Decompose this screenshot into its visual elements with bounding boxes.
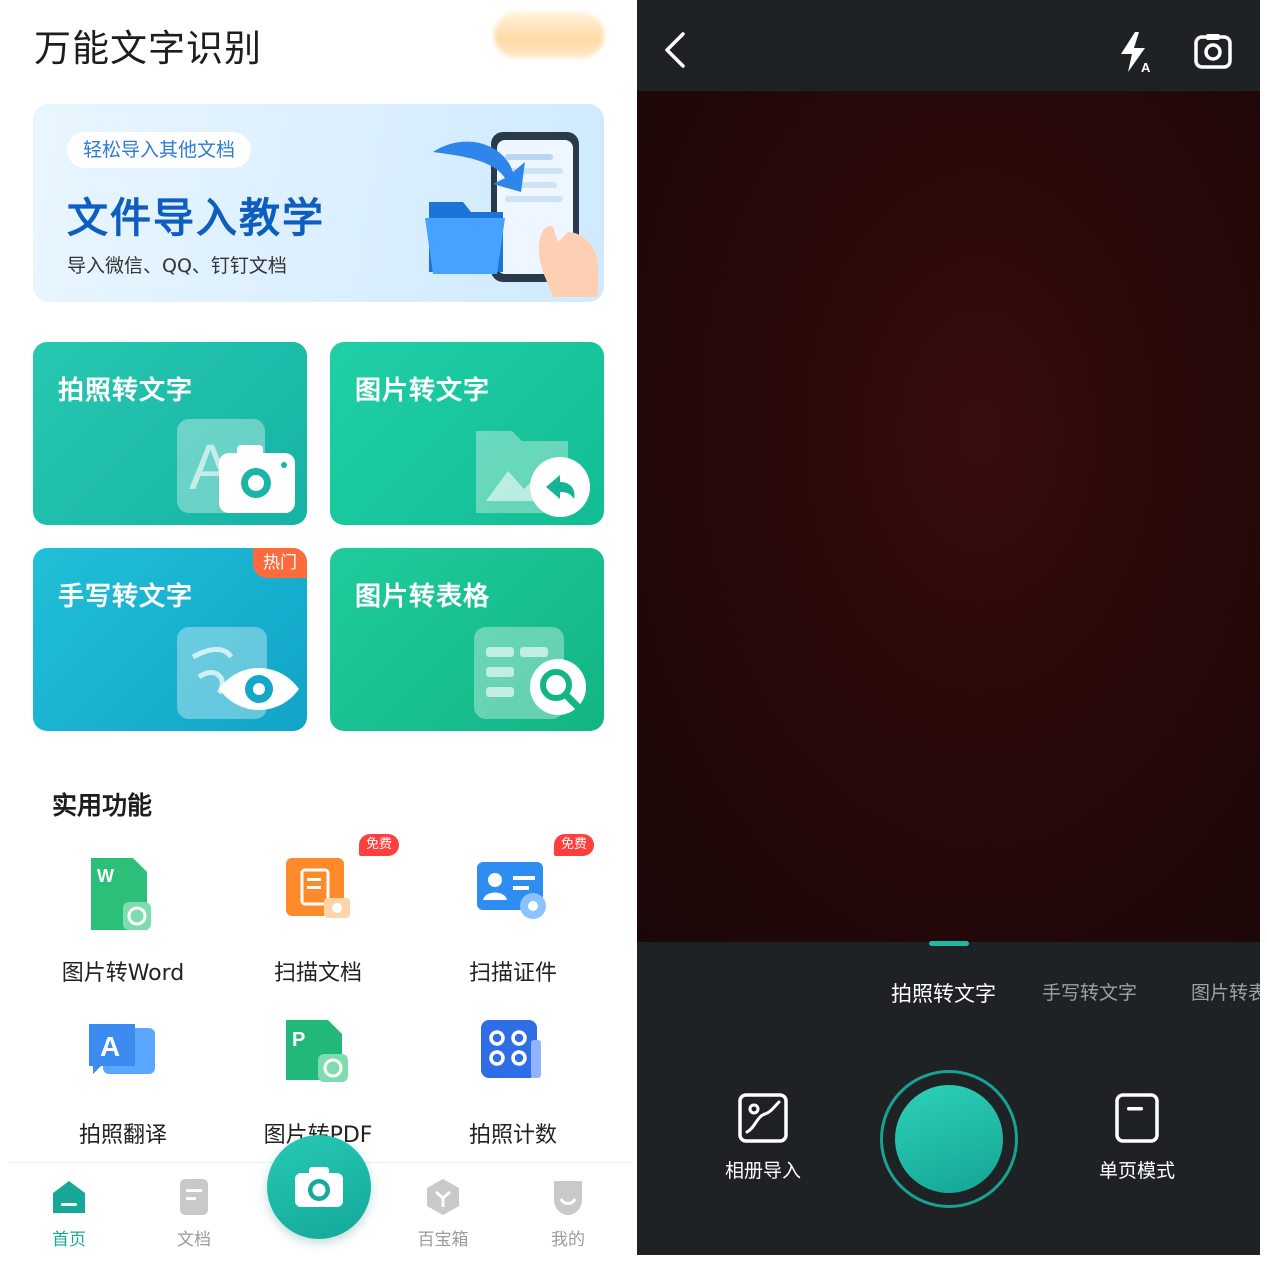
camera-viewfinder[interactable] xyxy=(637,91,1260,942)
tile-label: 手写转文字 xyxy=(58,582,194,612)
switch-camera-icon[interactable] xyxy=(1193,32,1233,72)
album-import-label: 相册导入 xyxy=(724,1160,801,1182)
banner-title: 文件导入教学 xyxy=(67,194,325,242)
count-grid-icon xyxy=(481,1020,541,1078)
handwriting-eye-icon xyxy=(177,627,299,719)
feature-label: 扫描文档 xyxy=(273,961,362,986)
album-icon xyxy=(738,1093,788,1143)
vip-badge[interactable] xyxy=(494,12,604,58)
tile-image-to-text[interactable]: 图片转文字 xyxy=(330,342,604,525)
tile-image-to-table[interactable]: 图片转表格 xyxy=(330,548,604,731)
banner-subtitle: 导入微信、QQ、钉钉文档 xyxy=(67,255,287,277)
tile-label: 图片转表格 xyxy=(355,582,491,612)
section-title: 实用功能 xyxy=(52,791,153,820)
bottom-nav: 首页 文档 百宝箱 我的 xyxy=(8,1135,630,1267)
camera-icon xyxy=(295,1167,343,1207)
hot-badge: 热门 xyxy=(253,548,307,578)
nav-label: 百宝箱 xyxy=(417,1230,469,1250)
nav-toolbox[interactable]: 百宝箱 xyxy=(403,1177,483,1250)
home-screen: 万能文字识别 轻松导入其他文档 文件导入教学 导入微信、QQ、钉钉文档 拍照转文… xyxy=(0,0,637,1267)
home-icon xyxy=(53,1181,85,1213)
mode-handwriting-to-text[interactable]: 手写转文字 xyxy=(1042,978,1137,1005)
phone-import-illustration-icon xyxy=(425,132,598,297)
nav-profile[interactable]: 我的 xyxy=(528,1177,608,1250)
free-badge: 免费 xyxy=(359,834,400,856)
feature-label: 拍照翻译 xyxy=(78,1123,167,1148)
nav-label: 首页 xyxy=(52,1230,86,1250)
mode-image-to-table[interactable]: 图片转表 xyxy=(1191,978,1260,1005)
svg-text:P: P xyxy=(292,1029,305,1051)
nav-home[interactable]: 首页 xyxy=(29,1177,109,1250)
camera-toolbar: A xyxy=(637,0,1260,91)
document-icon xyxy=(180,1179,208,1215)
feature-scan-id[interactable]: 免费 扫描证件 xyxy=(418,834,608,998)
back-icon[interactable] xyxy=(657,30,693,70)
nav-label: 文档 xyxy=(177,1230,211,1250)
tile-photo-to-text[interactable]: 拍照转文字 A xyxy=(33,342,307,525)
feature-photo-count[interactable]: 拍照计数 xyxy=(418,1020,608,1160)
single-page-mode-button[interactable]: 单页模式 xyxy=(1067,1092,1207,1183)
svg-text:A: A xyxy=(1141,60,1151,74)
camera-screen: A 拍照转文字 手写转文字 图片转表 相册导入 单页模式 xyxy=(637,0,1260,1255)
mode-indicator xyxy=(929,941,969,946)
table-search-icon xyxy=(474,627,586,719)
word-doc-icon: W xyxy=(91,858,151,930)
shutter-button[interactable] xyxy=(880,1070,1018,1208)
toolbox-icon xyxy=(427,1179,459,1215)
scan-doc-icon xyxy=(286,858,350,918)
nav-documents[interactable]: 文档 xyxy=(154,1177,234,1250)
svg-text:W: W xyxy=(97,866,114,886)
single-page-mode-label: 单页模式 xyxy=(1098,1160,1175,1182)
import-tutorial-banner[interactable]: 轻松导入其他文档 文件导入教学 导入微信、QQ、钉钉文档 xyxy=(33,104,604,302)
flash-auto-icon[interactable]: A xyxy=(1115,30,1155,74)
id-card-icon xyxy=(477,862,546,919)
feature-photo-translate[interactable]: A 拍照翻译 xyxy=(28,1020,218,1160)
svg-text:A: A xyxy=(100,1031,120,1062)
mode-photo-to-text[interactable]: 拍照转文字 xyxy=(891,978,996,1008)
free-badge: 免费 xyxy=(554,834,595,856)
feature-scan-document[interactable]: 免费 扫描文档 xyxy=(223,834,413,998)
feature-label: 扫描证件 xyxy=(468,961,557,986)
pdf-doc-icon: P xyxy=(286,1020,348,1082)
feature-label: 拍照计数 xyxy=(468,1123,557,1148)
feature-image-to-word[interactable]: W 图片转Word xyxy=(28,858,218,998)
tile-label: 图片转文字 xyxy=(355,376,491,406)
image-folder-icon xyxy=(476,431,590,517)
tile-handwriting-to-text[interactable]: 热门 手写转文字 xyxy=(33,548,307,731)
photo-text-icon: A xyxy=(177,419,295,513)
tile-label: 拍照转文字 xyxy=(58,376,194,406)
shutter-core[interactable] xyxy=(895,1085,1003,1193)
nav-label: 我的 xyxy=(551,1230,585,1250)
translate-icon: A xyxy=(89,1024,155,1074)
feature-label: 图片转Word xyxy=(61,961,185,986)
single-page-icon xyxy=(1115,1093,1159,1143)
app-title: 万能文字识别 xyxy=(34,27,262,70)
profile-icon xyxy=(554,1181,582,1215)
album-import-button[interactable]: 相册导入 xyxy=(693,1092,833,1183)
camera-button[interactable] xyxy=(267,1135,371,1239)
banner-tag: 轻松导入其他文档 xyxy=(67,132,252,168)
